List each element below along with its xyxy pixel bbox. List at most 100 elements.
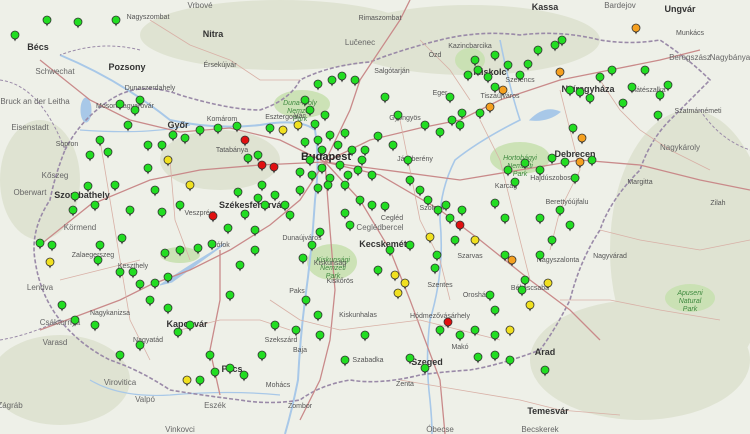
- map-marker-green[interactable]: [250, 245, 260, 257]
- map-marker-green[interactable]: [240, 209, 250, 221]
- map-marker-green[interactable]: [307, 170, 317, 182]
- map-marker-green[interactable]: [445, 213, 455, 225]
- map-marker-green[interactable]: [128, 267, 138, 279]
- map-marker-green[interactable]: [533, 45, 543, 57]
- map-marker-orange[interactable]: [575, 157, 585, 169]
- map-marker-green[interactable]: [90, 320, 100, 332]
- map-marker-green[interactable]: [327, 75, 337, 87]
- map-marker-green[interactable]: [115, 350, 125, 362]
- map-marker-green[interactable]: [270, 320, 280, 332]
- map-marker-green[interactable]: [253, 193, 263, 205]
- map-marker-green[interactable]: [135, 95, 145, 107]
- map-marker-green[interactable]: [337, 71, 347, 83]
- map-marker-green[interactable]: [640, 65, 650, 77]
- map-marker-green[interactable]: [185, 320, 195, 332]
- map-marker-green[interactable]: [505, 355, 515, 367]
- map-marker-green[interactable]: [470, 325, 480, 337]
- map-marker-green[interactable]: [95, 240, 105, 252]
- map-marker-green[interactable]: [160, 248, 170, 260]
- map-marker-green[interactable]: [455, 330, 465, 342]
- map-marker-green[interactable]: [85, 150, 95, 162]
- map-marker-green[interactable]: [405, 353, 415, 365]
- map-marker-green[interactable]: [520, 158, 530, 170]
- map-marker-green[interactable]: [357, 155, 367, 167]
- map-marker-green[interactable]: [68, 205, 78, 217]
- map-marker-green[interactable]: [10, 30, 20, 42]
- map-marker-green[interactable]: [317, 145, 327, 157]
- map-marker-green[interactable]: [300, 137, 310, 149]
- map-marker-green[interactable]: [115, 99, 125, 111]
- map-marker-green[interactable]: [433, 205, 443, 217]
- map-marker-green[interactable]: [490, 198, 500, 210]
- map-marker-green[interactable]: [555, 205, 565, 217]
- map-marker-green[interactable]: [663, 80, 673, 92]
- map-marker-green[interactable]: [540, 365, 550, 377]
- map-marker-green[interactable]: [423, 195, 433, 207]
- map-marker-green[interactable]: [250, 225, 260, 237]
- map-marker-green[interactable]: [435, 325, 445, 337]
- map-marker-green[interactable]: [483, 72, 493, 84]
- map-marker-green[interactable]: [373, 265, 383, 277]
- map-marker-green[interactable]: [117, 233, 127, 245]
- map-marker-green[interactable]: [213, 123, 223, 135]
- map-marker-green[interactable]: [373, 131, 383, 143]
- map-marker-green[interactable]: [595, 72, 605, 84]
- map-marker-green[interactable]: [115, 267, 125, 279]
- map-marker-green[interactable]: [135, 279, 145, 291]
- map-marker-green[interactable]: [535, 213, 545, 225]
- map-marker-green[interactable]: [503, 165, 513, 177]
- map-marker-green[interactable]: [325, 130, 335, 142]
- map-marker-red[interactable]: [208, 211, 218, 223]
- map-marker-green[interactable]: [565, 220, 575, 232]
- map-marker-yellow[interactable]: [425, 232, 435, 244]
- map-marker-green[interactable]: [343, 170, 353, 182]
- map-marker-green[interactable]: [547, 153, 557, 165]
- map-marker-green[interactable]: [295, 167, 305, 179]
- map-marker-yellow[interactable]: [543, 278, 553, 290]
- map-marker-green[interactable]: [618, 98, 628, 110]
- map-marker-green[interactable]: [110, 180, 120, 192]
- map-marker-red[interactable]: [443, 317, 453, 329]
- map-marker-yellow[interactable]: [278, 125, 288, 137]
- map-marker-green[interactable]: [123, 120, 133, 132]
- map-marker-green[interactable]: [285, 210, 295, 222]
- map-marker-green[interactable]: [145, 295, 155, 307]
- map-marker-green[interactable]: [385, 245, 395, 257]
- map-marker-yellow[interactable]: [393, 288, 403, 300]
- map-marker-green[interactable]: [210, 367, 220, 379]
- map-marker-green[interactable]: [420, 363, 430, 375]
- map-marker-green[interactable]: [307, 240, 317, 252]
- map-marker-green[interactable]: [253, 150, 263, 162]
- map-marker-green[interactable]: [380, 92, 390, 104]
- map-marker-green[interactable]: [157, 140, 167, 152]
- map-marker-green[interactable]: [90, 200, 100, 212]
- map-marker-green[interactable]: [298, 253, 308, 265]
- map-marker-green[interactable]: [535, 165, 545, 177]
- map-marker-green[interactable]: [313, 135, 323, 147]
- map-marker-green[interactable]: [490, 82, 500, 94]
- map-marker-green[interactable]: [435, 127, 445, 139]
- map-marker-green[interactable]: [150, 185, 160, 197]
- map-marker-green[interactable]: [587, 155, 597, 167]
- map-marker-green[interactable]: [560, 157, 570, 169]
- map-marker-green[interactable]: [315, 227, 325, 239]
- map-marker-green[interactable]: [503, 60, 513, 72]
- map-marker-green[interactable]: [403, 155, 413, 167]
- map-marker-green[interactable]: [83, 181, 93, 193]
- map-marker-red[interactable]: [240, 135, 250, 147]
- map-marker-red[interactable]: [269, 162, 279, 174]
- map-marker-green[interactable]: [550, 40, 560, 52]
- map-marker-green[interactable]: [270, 190, 280, 202]
- map-marker-green[interactable]: [515, 70, 525, 82]
- map-marker-green[interactable]: [490, 330, 500, 342]
- map-marker-green[interactable]: [313, 310, 323, 322]
- map-marker-green[interactable]: [232, 121, 242, 133]
- map-marker-orange[interactable]: [507, 255, 517, 267]
- map-marker-green[interactable]: [457, 108, 467, 120]
- map-marker-yellow[interactable]: [182, 375, 192, 387]
- map-marker-green[interactable]: [335, 160, 345, 172]
- map-marker-green[interactable]: [157, 207, 167, 219]
- map-marker-green[interactable]: [447, 115, 457, 127]
- map-marker-green[interactable]: [405, 240, 415, 252]
- map-marker-green[interactable]: [207, 239, 217, 251]
